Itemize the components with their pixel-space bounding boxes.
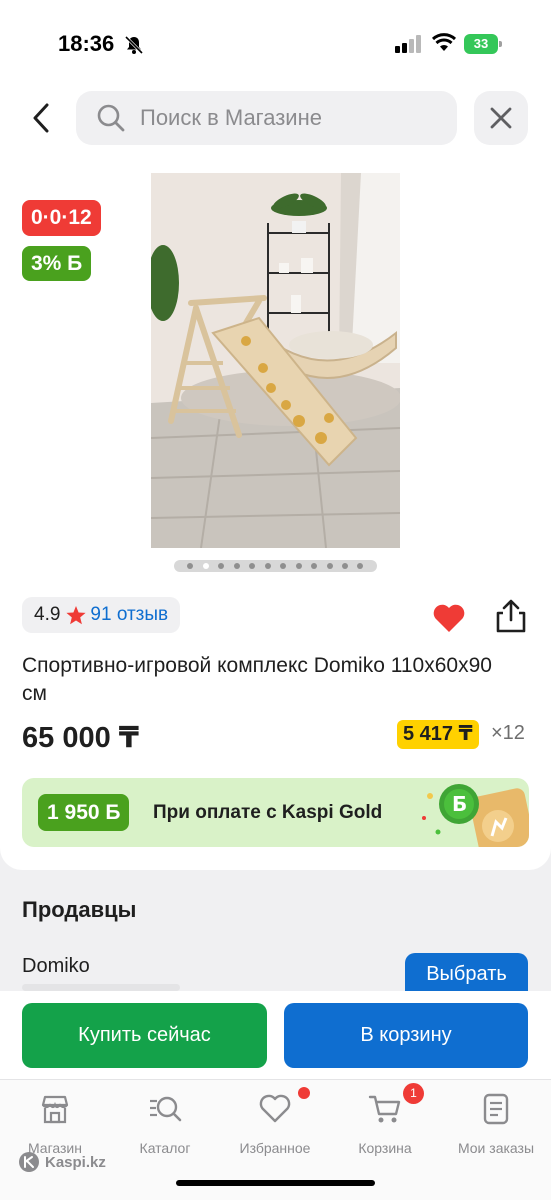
pagination-dot xyxy=(249,563,256,569)
pagination-dot xyxy=(218,563,225,569)
pagination-dot xyxy=(187,563,194,569)
product-image[interactable] xyxy=(151,173,400,548)
tab-orders-label: Мои заказы xyxy=(457,1140,535,1156)
kaspi-gold-banner[interactable]: 1 950 Б При оплате с Kaspi Gold Б xyxy=(22,778,529,847)
seller-name: Domiko xyxy=(22,955,90,977)
pagination-dot xyxy=(280,563,287,569)
bell-muted-icon xyxy=(124,35,144,55)
add-to-cart-button[interactable]: В корзину xyxy=(284,1003,528,1068)
tab-favorites-label: Избранное xyxy=(239,1140,311,1156)
catalog-search-icon xyxy=(150,1096,182,1122)
battery-icon: 33 xyxy=(464,34,502,54)
store-icon xyxy=(41,1095,69,1124)
gold-bonus-amount: 1 950 Б xyxy=(38,794,130,831)
product-price: 65 000 ₸ xyxy=(22,722,139,754)
kaspi-gold-illustration: Б xyxy=(422,784,529,847)
reviews-link[interactable]: 91 отзыв xyxy=(90,604,168,626)
search-bar[interactable] xyxy=(76,91,457,145)
rating-value: 4.9 xyxy=(34,604,61,625)
installment-badge: 0·0·12 xyxy=(22,200,101,236)
kaspi-logo-icon xyxy=(19,1152,39,1172)
cart-count-badge: 1 xyxy=(403,1083,424,1104)
pagination-dot-active xyxy=(202,563,209,569)
status-time: 18:36 xyxy=(58,31,115,56)
watermark: Kaspi.kz xyxy=(18,1151,106,1173)
product-title: Спортивно-игровой комплекс Domiko 110x60… xyxy=(22,654,492,705)
cart-icon xyxy=(368,1095,401,1123)
share-icon[interactable] xyxy=(494,598,528,634)
signal-icon xyxy=(395,35,421,53)
home-indicator[interactable] xyxy=(176,1180,375,1186)
favorites-notification-dot xyxy=(298,1087,310,1099)
back-button[interactable] xyxy=(22,98,60,138)
battery-tip xyxy=(499,41,502,47)
search-icon xyxy=(97,104,125,132)
star-icon xyxy=(66,605,87,625)
pagination-dot xyxy=(341,563,348,569)
installment-months: ×12 xyxy=(491,722,525,744)
tab-favorites[interactable]: Избранное xyxy=(225,1092,325,1156)
battery-level: 33 xyxy=(464,34,498,54)
gold-banner-text: При оплате с Kaspi Gold xyxy=(153,802,383,823)
favorite-heart-icon[interactable] xyxy=(432,603,466,633)
pagination-dot xyxy=(264,563,271,569)
heart-icon xyxy=(259,1094,291,1123)
svg-text:Б: Б xyxy=(452,792,467,816)
bonus-badge: 3% Б xyxy=(22,246,92,281)
seller-rating xyxy=(22,984,180,991)
pagination-dot xyxy=(357,563,364,569)
orders-icon xyxy=(483,1093,509,1125)
image-pagination[interactable] xyxy=(174,560,377,572)
tab-catalog-label: Каталог xyxy=(139,1140,191,1156)
monthly-payment-badge: 5 417 ₸ xyxy=(397,720,479,749)
tab-store[interactable]: Магазин xyxy=(5,1092,105,1156)
rating-pill[interactable]: 4.9 91 отзыв xyxy=(22,597,181,633)
pagination-dot xyxy=(311,563,318,569)
pagination-dot xyxy=(295,563,302,569)
tab-orders[interactable]: Мои заказы xyxy=(446,1092,546,1156)
pagination-dot xyxy=(233,563,240,569)
watermark-text: Kaspi.kz xyxy=(45,1153,106,1171)
choose-seller-button[interactable]: Выбрать xyxy=(405,953,528,993)
sellers-heading: Продавцы xyxy=(22,897,137,922)
tab-catalog[interactable]: Каталог xyxy=(115,1092,215,1156)
close-icon xyxy=(490,107,512,129)
buy-now-button[interactable]: Купить сейчас xyxy=(22,1003,267,1068)
tab-cart-label: Корзина xyxy=(358,1140,412,1156)
close-button[interactable] xyxy=(474,91,528,145)
wifi-icon xyxy=(431,33,457,51)
pagination-dot xyxy=(326,563,333,569)
search-input[interactable] xyxy=(140,105,440,131)
chevron-left-icon xyxy=(33,103,49,133)
